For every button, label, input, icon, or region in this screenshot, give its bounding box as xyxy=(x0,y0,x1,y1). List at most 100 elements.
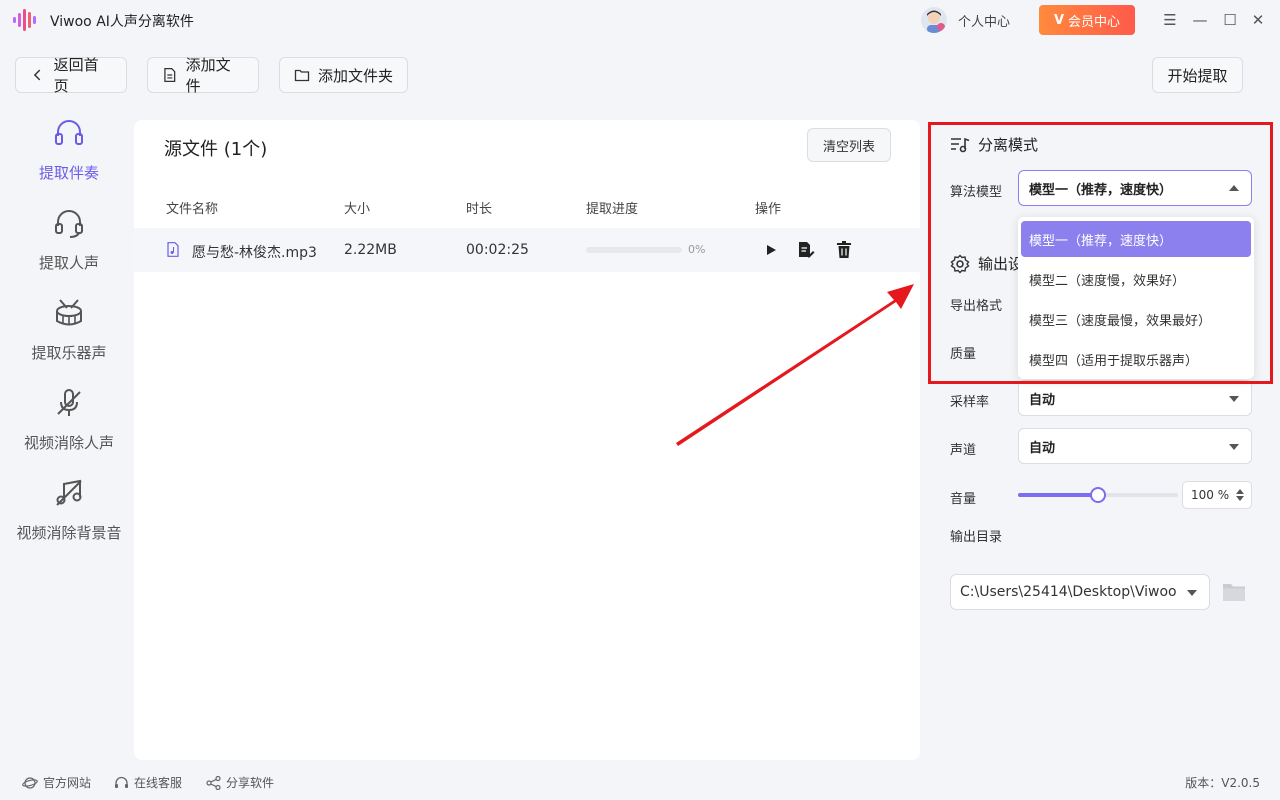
share-software-link[interactable]: 分享软件 xyxy=(206,774,274,791)
caret-down-icon xyxy=(1229,444,1239,450)
output-dir-value: C:\Users\25414\Desktop\Viwoo xyxy=(960,584,1177,600)
sidebar-item-label: 视频消除背景音 xyxy=(16,524,122,542)
column-header-progress: 提取进度 xyxy=(586,202,639,217)
mic-off-icon xyxy=(57,389,81,416)
sample-rate-value: 自动 xyxy=(1029,392,1056,408)
share-icon xyxy=(206,775,221,790)
sidebar-item-extract-vocals[interactable]: 提取人声 xyxy=(0,206,138,286)
sidebar-item-video-remove-vocals[interactable]: 视频消除人声 xyxy=(0,386,138,466)
channel-label: 声道 xyxy=(950,443,977,458)
sidebar-item-label: 提取乐器声 xyxy=(31,344,107,362)
clear-list-button[interactable]: 清空列表 xyxy=(807,128,891,162)
caret-down-icon xyxy=(1187,590,1197,596)
headphones-icon xyxy=(55,120,83,145)
app-logo-icon xyxy=(13,9,36,31)
file-duration: 00:02:25 xyxy=(466,242,529,258)
folder-icon xyxy=(294,69,310,82)
drum-icon xyxy=(56,299,82,326)
add-folder-button[interactable]: 添加文件夹 xyxy=(279,57,408,93)
avatar-icon xyxy=(927,10,945,33)
stepper-arrows-icon[interactable] xyxy=(1235,488,1245,502)
close-icon[interactable]: ✕ xyxy=(1248,10,1268,30)
title-bar: Viwoo AI人声分离软件 个人中心 V 会员中心 ☰ — ☐ ✕ xyxy=(0,0,1280,40)
delete-icon[interactable] xyxy=(835,240,853,260)
algorithm-model-dropdown: 模型一（推荐，速度快） 模型二（速度慢，效果好） 模型三（速度最慢，效果最好） … xyxy=(1018,217,1254,379)
footer: 官方网站 在线客服 分享软件 版本：V2.0.5 xyxy=(0,768,1280,800)
table-row[interactable]: 愿与愁-林俊杰.mp3 2.22MB 00:02:25 0% xyxy=(134,228,920,272)
output-settings-title: 输出设 xyxy=(950,253,1023,274)
progress-bar xyxy=(586,247,682,253)
personal-center-link[interactable]: 个人中心 xyxy=(958,11,1010,30)
output-settings-label: 输出设 xyxy=(978,255,1024,273)
add-folder-label: 添加文件夹 xyxy=(318,66,394,85)
column-header-size: 大小 xyxy=(344,202,371,217)
open-folder-icon[interactable] xyxy=(1222,582,1246,602)
official-website-link[interactable]: 官方网站 xyxy=(22,774,91,791)
sidebar-item-video-remove-bgm[interactable]: 视频消除背景音 xyxy=(0,476,138,556)
algorithm-model-label: 算法模型 xyxy=(950,185,1003,200)
column-header-actions: 操作 xyxy=(755,202,782,217)
add-file-label: 添加文件 xyxy=(185,56,231,95)
output-dir-label: 输出目录 xyxy=(950,530,1003,545)
official-website-label: 官方网站 xyxy=(43,776,92,790)
edit-file-icon[interactable] xyxy=(797,240,815,260)
dropdown-option-model-4[interactable]: 模型四（适用于提取乐器声） xyxy=(1021,341,1251,377)
music-off-icon xyxy=(56,479,82,506)
dropdown-option-model-3[interactable]: 模型三（速度最慢，效果最好） xyxy=(1021,301,1251,337)
vip-center-label: 会员中心 xyxy=(1068,14,1121,30)
file-icon xyxy=(164,68,176,82)
channel-value: 自动 xyxy=(1029,440,1056,456)
volume-label: 音量 xyxy=(950,492,977,507)
back-home-button[interactable]: 返回首页 xyxy=(15,56,127,95)
file-name: 愿与愁-林俊杰.mp3 xyxy=(192,245,317,261)
planet-icon xyxy=(22,776,38,789)
sidebar-item-label: 提取人声 xyxy=(38,254,99,272)
column-header-name: 文件名称 xyxy=(166,202,219,217)
maximize-icon[interactable]: ☐ xyxy=(1220,10,1240,30)
vip-center-button[interactable]: V 会员中心 xyxy=(1039,5,1135,35)
channel-select[interactable]: 自动 xyxy=(1018,428,1252,464)
minimize-icon[interactable]: — xyxy=(1190,10,1210,30)
online-support-label: 在线客服 xyxy=(134,776,183,790)
page-title: 源文件 (1个) xyxy=(164,139,268,160)
caret-up-icon xyxy=(1229,185,1239,191)
volume-slider-fill xyxy=(1018,493,1098,497)
caret-down-icon xyxy=(1229,396,1239,402)
volume-stepper[interactable]: 100 % xyxy=(1182,481,1252,509)
sidebar-item-extract-accompaniment[interactable]: 提取伴奏 xyxy=(0,116,138,196)
share-software-label: 分享软件 xyxy=(226,776,275,790)
algorithm-model-select[interactable]: 模型一（推荐，速度快） xyxy=(1018,170,1252,206)
user-avatar[interactable] xyxy=(921,7,947,33)
menu-icon[interactable]: ☰ xyxy=(1160,10,1180,30)
source-files-panel: 源文件 (1个) 清空列表 文件名称 大小 时长 提取进度 操作 愿与愁-林俊杰… xyxy=(134,120,920,760)
headset-icon xyxy=(115,776,128,788)
gear-icon xyxy=(950,254,970,273)
sidebar-item-label: 提取伴奏 xyxy=(38,164,99,182)
volume-value: 100 % xyxy=(1191,488,1230,502)
sidebar-item-label: 视频消除人声 xyxy=(23,434,114,452)
dropdown-option-model-1[interactable]: 模型一（推荐，速度快） xyxy=(1021,221,1251,257)
export-format-label: 导出格式 xyxy=(950,299,1003,314)
separation-mode-label: 分离模式 xyxy=(978,136,1039,154)
chevron-left-icon xyxy=(33,69,41,81)
start-extract-button[interactable]: 开始提取 xyxy=(1152,57,1243,93)
sidebar-item-extract-instruments[interactable]: 提取乐器声 xyxy=(0,296,138,376)
quality-label: 质量 xyxy=(950,347,977,362)
music-list-icon xyxy=(951,137,970,152)
progress-label: 0% xyxy=(688,243,706,256)
sample-rate-label: 采样率 xyxy=(950,395,990,410)
add-file-button[interactable]: 添加文件 xyxy=(147,56,259,95)
output-dir-select[interactable]: C:\Users\25414\Desktop\Viwoo xyxy=(950,574,1210,610)
audio-file-icon xyxy=(167,242,179,257)
volume-slider-handle[interactable] xyxy=(1090,487,1106,503)
online-support-link[interactable]: 在线客服 xyxy=(114,774,182,791)
play-icon[interactable] xyxy=(762,240,780,260)
dropdown-option-model-2[interactable]: 模型二（速度慢，效果好） xyxy=(1021,261,1251,297)
start-extract-label: 开始提取 xyxy=(1167,66,1228,85)
file-size: 2.22MB xyxy=(344,242,397,258)
app-title: Viwoo AI人声分离软件 xyxy=(50,14,194,30)
vip-icon: V xyxy=(1053,12,1065,28)
algorithm-model-value: 模型一（推荐，速度快） xyxy=(1029,182,1173,198)
sample-rate-select[interactable]: 自动 xyxy=(1018,380,1252,416)
separation-mode-title: 分离模式 xyxy=(950,134,1038,155)
